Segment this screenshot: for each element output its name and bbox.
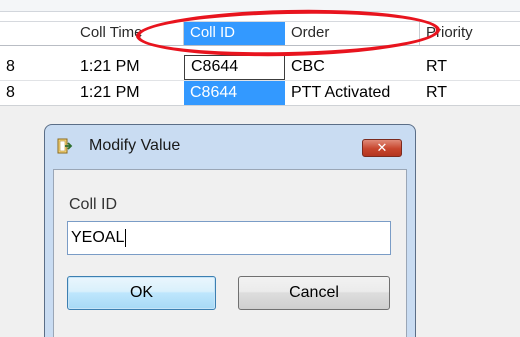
coll-id-label: Coll ID <box>69 196 118 213</box>
dialog-body: Coll ID YEOAL OK Cancel <box>53 169 407 337</box>
coll-id-input-value: YEOAL <box>71 229 125 246</box>
coll-id-input[interactable]: YEOAL <box>67 221 391 255</box>
cell-order: PTT Activated <box>291 84 391 101</box>
modify-value-dialog: Modify Value ✕ Coll ID YEOAL OK Cancel <box>44 124 416 337</box>
cell-first: 8 <box>6 58 15 75</box>
dialog-title: Modify Value <box>89 137 181 154</box>
cell-first: 8 <box>6 84 15 101</box>
cell-priority: RT <box>426 84 448 101</box>
cell-coll-id[interactable]: C8644 <box>184 55 285 80</box>
close-icon: ✕ <box>376 140 388 155</box>
cell-coll-id-selected[interactable]: C8644 <box>184 81 285 106</box>
screen: Coll Time Coll ID Order Priority 8 1:21 … <box>0 0 520 337</box>
dialog-titlebar[interactable]: Modify Value ✕ <box>45 125 415 169</box>
ok-button[interactable]: OK <box>67 276 216 310</box>
cell-coll-time: 1:21 PM <box>80 84 140 101</box>
cell-coll-time: 1:21 PM <box>80 58 140 75</box>
cell-order: CBC <box>291 58 325 75</box>
text-caret <box>125 228 127 247</box>
cancel-button[interactable]: Cancel <box>238 276 390 310</box>
cell-priority: RT <box>426 58 448 75</box>
edit-value-icon <box>57 138 73 154</box>
close-button[interactable]: ✕ <box>362 139 402 157</box>
